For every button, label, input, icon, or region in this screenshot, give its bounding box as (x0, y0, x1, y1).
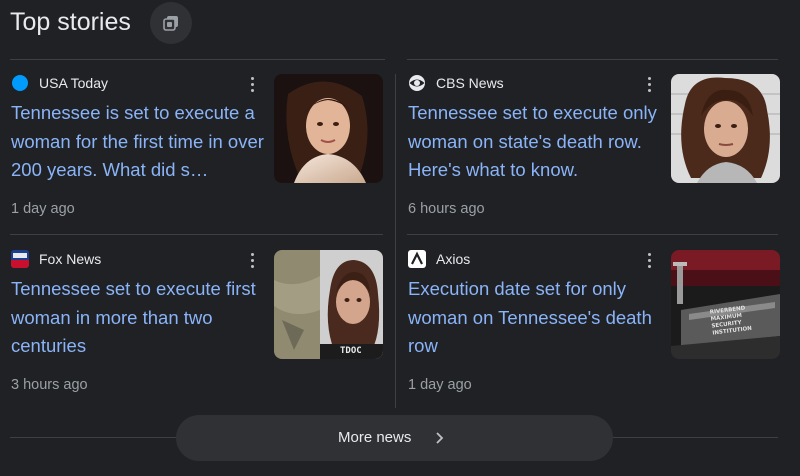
top-stories-header: Top stories (0, 0, 800, 46)
more-options-icon[interactable] (644, 74, 656, 94)
story-time: 1 day ago (408, 377, 472, 393)
section-title: Top stories (10, 8, 131, 36)
story-card-usa-today[interactable]: USA Today Tennessee is set to execute a … (11, 74, 391, 234)
story-headline[interactable]: Tennessee is set to execute a woman for … (11, 99, 269, 185)
story-source: CBS News (408, 74, 504, 92)
source-name: Fox News (39, 251, 102, 267)
collections-button[interactable] (150, 2, 192, 44)
more-options-icon[interactable] (644, 250, 656, 270)
story-source: USA Today (11, 74, 108, 92)
chevron-right-icon (436, 432, 444, 444)
more-options-icon[interactable] (247, 74, 259, 94)
story-source: Fox News (11, 250, 101, 268)
row-divider-right (407, 234, 778, 235)
fox-news-logo-icon (11, 250, 29, 268)
story-source: Axios (408, 250, 470, 268)
more-news-button[interactable]: More news (176, 415, 613, 461)
column-divider (395, 74, 396, 408)
row-divider-left (10, 234, 383, 235)
top-divider-right (407, 59, 778, 60)
source-name: Axios (436, 251, 471, 267)
story-thumbnail[interactable] (274, 74, 383, 183)
more-news-label: More news (338, 429, 412, 446)
usa-today-logo-icon (11, 74, 29, 92)
story-thumbnail[interactable] (671, 74, 780, 183)
collections-icon (163, 16, 178, 31)
story-card-axios[interactable]: Axios Execution date set for only woman … (408, 250, 788, 410)
thumbnail-caption: TDOC (340, 346, 362, 356)
story-time: 6 hours ago (408, 201, 485, 217)
axios-logo-icon (408, 250, 426, 268)
more-divider-right (613, 437, 778, 438)
story-thumbnail[interactable]: RIVERBEND MAXIMUM SECURITY INSTITUTION (671, 250, 780, 359)
story-thumbnail[interactable]: TDOC (274, 250, 383, 359)
more-divider-left (10, 437, 176, 438)
story-headline[interactable]: Execution date set for only woman on Ten… (408, 275, 666, 361)
source-name: CBS News (436, 75, 504, 91)
source-name: USA Today (39, 75, 109, 91)
story-time: 3 hours ago (11, 377, 88, 393)
story-headline[interactable]: Tennessee set to execute first woman in … (11, 275, 269, 361)
top-divider-left (10, 59, 385, 60)
story-time: 1 day ago (11, 201, 75, 217)
cbs-eye-logo-icon (408, 74, 426, 92)
more-options-icon[interactable] (247, 250, 259, 270)
story-card-fox-news[interactable]: Fox News Tennessee set to execute first … (11, 250, 391, 410)
story-headline[interactable]: Tennessee set to execute only woman on s… (408, 99, 666, 185)
story-card-cbs-news[interactable]: CBS News Tennessee set to execute only w… (408, 74, 788, 234)
